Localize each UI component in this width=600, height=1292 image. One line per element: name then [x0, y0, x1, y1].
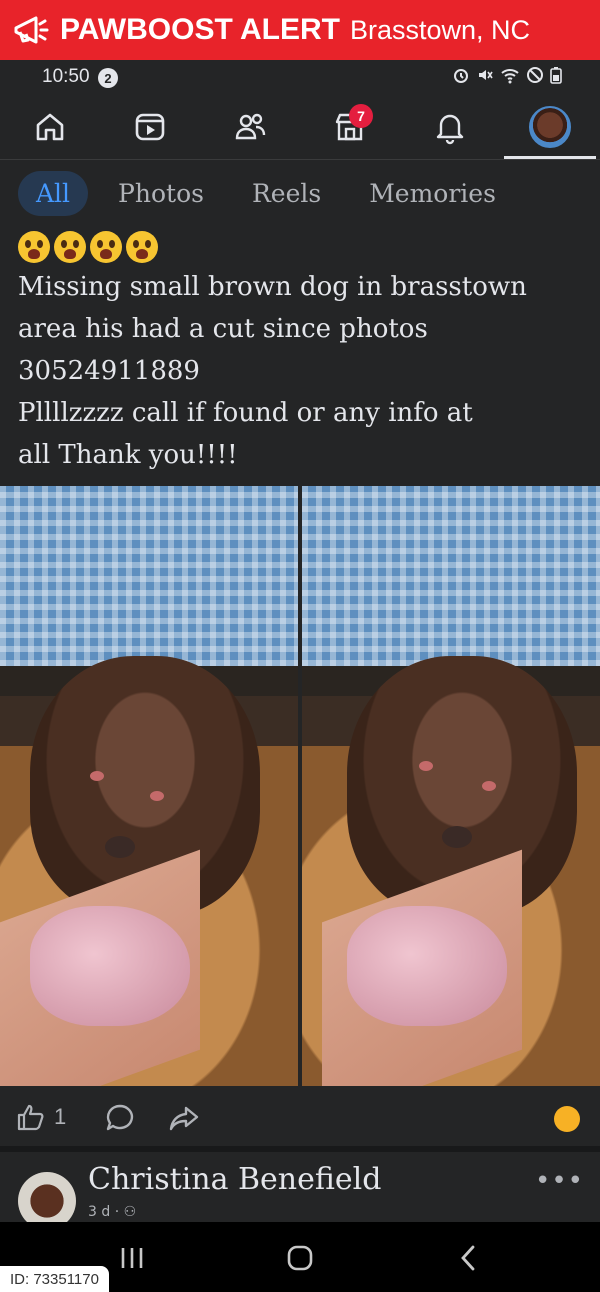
active-tab-indicator	[504, 156, 596, 159]
avatar	[529, 106, 571, 148]
tab-reels[interactable]: Reels	[234, 171, 339, 216]
wifi-icon	[501, 69, 519, 84]
dog-nose	[105, 836, 135, 858]
post-line: area his had a cut since photos	[18, 314, 428, 344]
image-id-label: ID: 73351170	[0, 1266, 109, 1292]
share-button[interactable]	[168, 1102, 200, 1134]
friends-icon	[235, 113, 266, 140]
dog-photo-2[interactable]	[302, 486, 600, 1086]
post-text: Missing small brown dog in brasstown are…	[18, 228, 588, 476]
author-name[interactable]: Christina Benefield	[88, 1162, 381, 1197]
block-icon	[527, 67, 543, 83]
emoji-row	[18, 228, 588, 266]
dog-eye	[482, 781, 496, 791]
crying-face-icon	[18, 231, 50, 263]
scrunchie	[347, 906, 507, 1026]
dog-eye	[90, 771, 104, 781]
post-meta: 3 d · ⚇	[88, 1204, 137, 1220]
nav-profile[interactable]	[525, 102, 575, 152]
crying-face-icon	[54, 231, 86, 263]
dog-eye	[150, 791, 164, 801]
marketplace-badge: 7	[349, 104, 373, 128]
notification-count-badge: 2	[98, 68, 118, 88]
nav-friends[interactable]	[225, 102, 275, 152]
nav-notifications[interactable]	[425, 102, 475, 152]
post-line: Missing small brown dog in brasstown	[18, 272, 527, 302]
status-bar: 10:50 2	[0, 60, 600, 94]
crying-face-icon	[126, 231, 158, 263]
crying-face-icon	[90, 231, 122, 263]
recents-icon	[121, 1248, 143, 1268]
mute-icon	[479, 70, 493, 80]
filter-tabs: All Photos Reels Memories	[0, 160, 600, 226]
dog-eye	[419, 761, 433, 771]
post-phone: 30524911889	[18, 356, 200, 386]
tab-memories[interactable]: Memories	[351, 171, 514, 216]
alert-title: PAWBOOST ALERT	[60, 13, 340, 46]
comment-icon	[106, 1104, 134, 1131]
home-icon	[36, 113, 64, 141]
tab-photos[interactable]: Photos	[100, 171, 222, 216]
like-button[interactable]: 1	[16, 1102, 66, 1132]
nav-home[interactable]	[25, 102, 75, 152]
dog-photo-1[interactable]	[0, 486, 298, 1086]
bell-icon	[436, 114, 464, 145]
curtain	[302, 486, 600, 666]
home-button[interactable]	[270, 1236, 330, 1280]
thumbs-up-icon	[17, 1104, 44, 1131]
alert-location: Brasstown, NC	[350, 14, 531, 45]
post-line: Pllllzzzz call if found or any info at	[18, 398, 473, 428]
battery-icon	[550, 67, 562, 84]
back-button[interactable]	[438, 1236, 498, 1280]
megaphone-icon	[8, 8, 52, 52]
post-line: all Thank you!!!!	[18, 440, 238, 470]
alarm-icon	[454, 69, 468, 83]
curtain	[0, 486, 298, 666]
nav-reels[interactable]	[125, 102, 175, 152]
nav-marketplace[interactable]: 7	[325, 102, 375, 152]
alert-banner: PAWBOOST ALERT Brasstown, NC	[0, 0, 600, 60]
status-time: 10:50	[42, 66, 90, 87]
home-circle-icon	[287, 1245, 313, 1271]
post-photos	[0, 486, 600, 1086]
dog-nose	[442, 826, 472, 848]
chevron-left-icon	[461, 1245, 475, 1271]
scrunchie	[30, 906, 190, 1026]
video-icon	[135, 113, 165, 141]
comment-button[interactable]	[104, 1102, 136, 1134]
post-actions: 1	[0, 1086, 600, 1152]
next-post-header: Christina Benefield 3 d · ⚇ •••	[0, 1158, 600, 1230]
tab-all[interactable]: All	[18, 170, 89, 216]
recent-apps-button[interactable]	[102, 1236, 162, 1280]
status-icons	[452, 66, 562, 84]
share-icon	[169, 1106, 199, 1131]
face-emoji-icon[interactable]	[554, 1106, 580, 1132]
app-navbar: 7	[0, 94, 600, 160]
more-options-button[interactable]: •••	[535, 1166, 584, 1196]
like-count: 1	[54, 1104, 67, 1129]
